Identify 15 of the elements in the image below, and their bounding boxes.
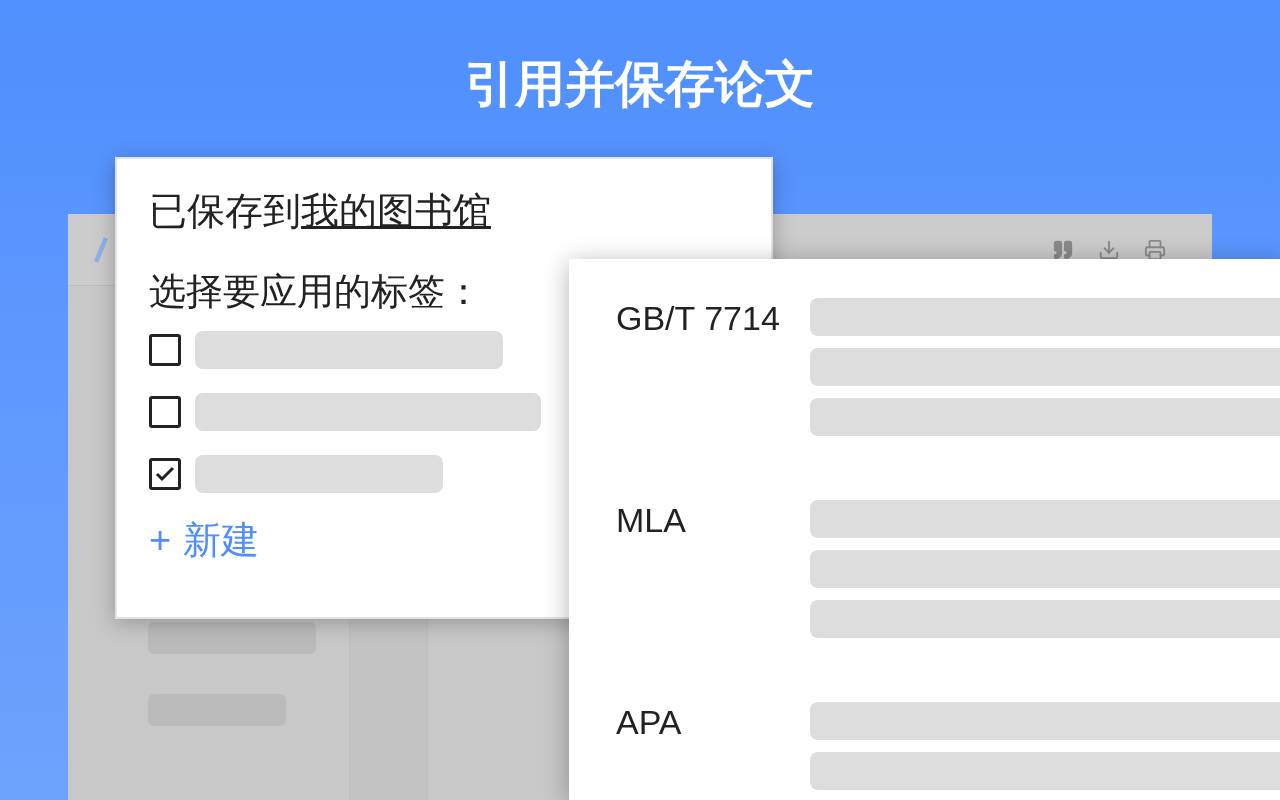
quote-icon[interactable] [1052,238,1074,261]
check-icon [155,466,175,482]
tags-prompt: 选择要应用的标签： [149,270,483,314]
print-icon[interactable] [1144,238,1166,261]
tag-checkbox[interactable] [149,334,181,366]
library-link[interactable]: 我的图书馆 [301,190,491,232]
tag-checkbox[interactable] [149,458,181,490]
citation-style-label: MLA [616,500,687,541]
download-icon[interactable] [1098,238,1120,261]
headline: 引用并保存论文 [465,55,815,114]
saved-message: 已保存到我的图书馆 [149,189,492,234]
citation-style-label: GB/T 7714 [616,298,781,339]
tag-checkbox[interactable] [149,396,181,428]
citation-style-label: APA [616,702,683,743]
logo-icon [94,236,108,263]
